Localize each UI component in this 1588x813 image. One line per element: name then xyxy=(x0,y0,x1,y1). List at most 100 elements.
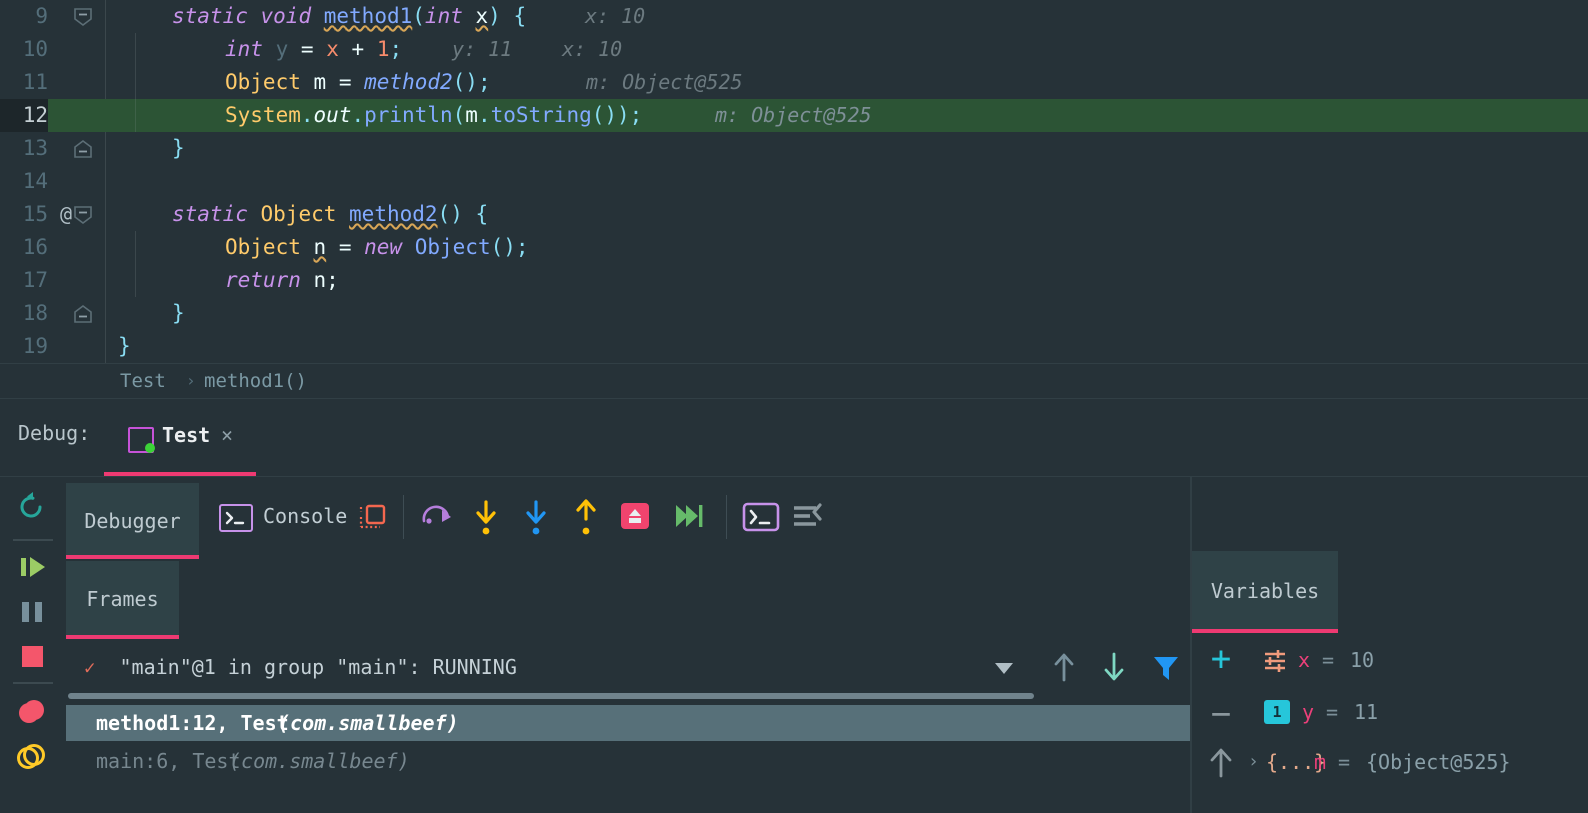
tab-debugger[interactable]: Debugger xyxy=(66,483,199,555)
layout-settings-icon[interactable] xyxy=(358,503,388,533)
variables-panel: Variables + − x = 10 1 y = 11 › {...} m … xyxy=(1192,477,1588,813)
toolbar-divider xyxy=(726,495,727,539)
line-number: 14 xyxy=(22,169,48,193)
variable-name: y xyxy=(1302,700,1315,724)
frame-package: (com.smallbeef) xyxy=(278,711,459,735)
inline-hint-x2: x: 10 xyxy=(562,37,623,61)
code-editor[interactable]: 9 static void method1(int x) { x: 10 10 … xyxy=(0,0,1588,363)
resume-icon[interactable] xyxy=(0,545,66,589)
frame-package: (com.smallbeef) xyxy=(229,749,410,773)
run-to-cursor-icon[interactable] xyxy=(671,499,709,535)
breadcrumb-item-class[interactable]: Test xyxy=(120,364,166,398)
settings-icon[interactable] xyxy=(792,503,828,531)
thread-dropdown-icon[interactable] xyxy=(991,655,1017,679)
code-text: Object n = new Object(); xyxy=(225,235,529,259)
running-status-dot-icon xyxy=(145,443,155,453)
debug-toolwindow-header: Debug: Test × xyxy=(0,399,1588,475)
code-line-12-current-execution[interactable]: 12 System.out.println(m.toString()); m: … xyxy=(0,99,1588,132)
toolbar-divider xyxy=(13,682,53,684)
intellij-debugger-window: 9 static void method1(int x) { x: 10 10 … xyxy=(0,0,1588,813)
rerun-icon[interactable] xyxy=(0,485,66,529)
evaluate-expression-icon[interactable] xyxy=(742,501,780,533)
line-number: 12 xyxy=(0,99,48,132)
step-into-icon[interactable] xyxy=(519,499,553,539)
variable-row-x[interactable]: x = 10 xyxy=(1252,640,1588,680)
code-line-10[interactable]: 10 int y = x + 1; y: 11 x: 10 xyxy=(0,33,1588,66)
code-line-15[interactable]: 15 @ static Object method2() { xyxy=(0,198,1588,231)
pause-icon[interactable] xyxy=(0,590,66,634)
debug-label: Debug: xyxy=(18,421,91,445)
drop-frame-icon[interactable] xyxy=(618,499,656,537)
code-text: static Object method2() { xyxy=(172,202,489,226)
code-line-9[interactable]: 9 static void method1(int x) { x: 10 xyxy=(0,0,1588,33)
watch-up-icon[interactable] xyxy=(1204,745,1238,779)
variable-equals: = xyxy=(1322,648,1335,672)
line-number: 19 xyxy=(22,334,48,358)
fold-marker-close-icon[interactable] xyxy=(56,132,104,165)
code-line-13[interactable]: 13 } xyxy=(0,132,1588,165)
fold-marker-open-icon[interactable] xyxy=(56,198,104,231)
code-text: Object m = method2(); xyxy=(225,70,491,94)
line-number: 11 xyxy=(22,70,48,94)
view-breakpoints-icon[interactable] xyxy=(0,689,66,733)
code-line-18[interactable]: 18 } xyxy=(0,297,1588,330)
show-execution-point-icon[interactable] xyxy=(418,499,462,535)
frame-row[interactable]: main:6, Test (com.smallbeef) xyxy=(66,743,1192,779)
line-number: 10 xyxy=(22,37,48,61)
add-watch-icon[interactable]: + xyxy=(1200,642,1242,676)
remove-watch-icon[interactable]: − xyxy=(1200,697,1242,731)
variable-name: x xyxy=(1298,648,1311,672)
code-text: static void method1(int x) { xyxy=(172,4,527,28)
frame-row-selected[interactable]: method1:12, Test (com.smallbeef) xyxy=(66,705,1192,741)
line-number: 13 xyxy=(22,136,48,160)
close-tab-icon[interactable]: × xyxy=(221,423,233,447)
code-line-14[interactable]: 14 xyxy=(0,165,1588,198)
frame-method: method1:12, Test xyxy=(96,711,289,735)
indent-guide xyxy=(135,264,136,297)
tab-frames-underline xyxy=(66,635,179,639)
step-over-icon[interactable] xyxy=(469,499,503,539)
variable-value: 10 xyxy=(1350,648,1375,672)
tab-frames[interactable]: Frames xyxy=(66,561,179,635)
code-line-19[interactable]: 19 } xyxy=(0,330,1588,363)
run-config-name: Test xyxy=(162,423,211,447)
variable-equals: = xyxy=(1338,750,1351,774)
debug-actions-toolbar[interactable] xyxy=(0,477,66,813)
code-line-17[interactable]: 17 return n; xyxy=(0,264,1588,297)
code-text: } xyxy=(172,301,185,325)
step-out-icon[interactable] xyxy=(569,499,603,539)
thread-selector[interactable]: ✓ "main"@1 in group "main": RUNNING xyxy=(84,649,517,685)
fold-marker-close-icon[interactable] xyxy=(56,297,104,330)
mute-breakpoints-icon[interactable] xyxy=(0,734,66,778)
fold-marker-open-icon[interactable] xyxy=(56,0,104,33)
line-number: 17 xyxy=(22,268,48,292)
local-variable-icon xyxy=(1262,648,1288,674)
variable-row-y[interactable]: 1 y = 11 xyxy=(1252,692,1588,732)
code-line-16[interactable]: 16 Object n = new Object(); xyxy=(0,231,1588,264)
expand-chevron-icon[interactable]: › xyxy=(1248,742,1259,782)
breadcrumb[interactable]: Test › method1() xyxy=(0,364,1588,398)
stop-icon[interactable] xyxy=(0,635,66,679)
filter-frames-icon[interactable] xyxy=(1151,653,1181,683)
variable-row-m[interactable]: › {...} m = {Object@525} xyxy=(1238,742,1588,782)
variable-value: 11 xyxy=(1354,700,1379,724)
line-number: 18 xyxy=(22,301,48,325)
breadcrumb-item-method[interactable]: method1() xyxy=(204,364,307,398)
tab-debugger-underline xyxy=(66,555,199,559)
frame-method: main:6, Test xyxy=(96,749,241,773)
variable-equals: = xyxy=(1326,700,1339,724)
tab-debugger-label: Debugger xyxy=(84,509,181,533)
frame-up-icon[interactable] xyxy=(1051,651,1077,683)
thread-label: "main"@1 in group "main": RUNNING xyxy=(119,655,517,679)
line-number: 16 xyxy=(22,235,48,259)
primitive-type-badge: 1 xyxy=(1264,700,1290,724)
frame-down-icon[interactable] xyxy=(1101,651,1127,683)
code-text: System.out.println(m.toString()); xyxy=(225,103,643,127)
inline-hint-x: x: 10 xyxy=(585,4,646,28)
frames-horizontal-scrollbar[interactable] xyxy=(68,693,1034,699)
code-text: } xyxy=(118,334,131,358)
code-text: } xyxy=(172,136,185,160)
thread-check-icon: ✓ xyxy=(84,657,96,679)
code-line-11[interactable]: 11 Object m = method2(); m: Object@525 xyxy=(0,66,1588,99)
variable-value: {Object@525} xyxy=(1366,750,1511,774)
